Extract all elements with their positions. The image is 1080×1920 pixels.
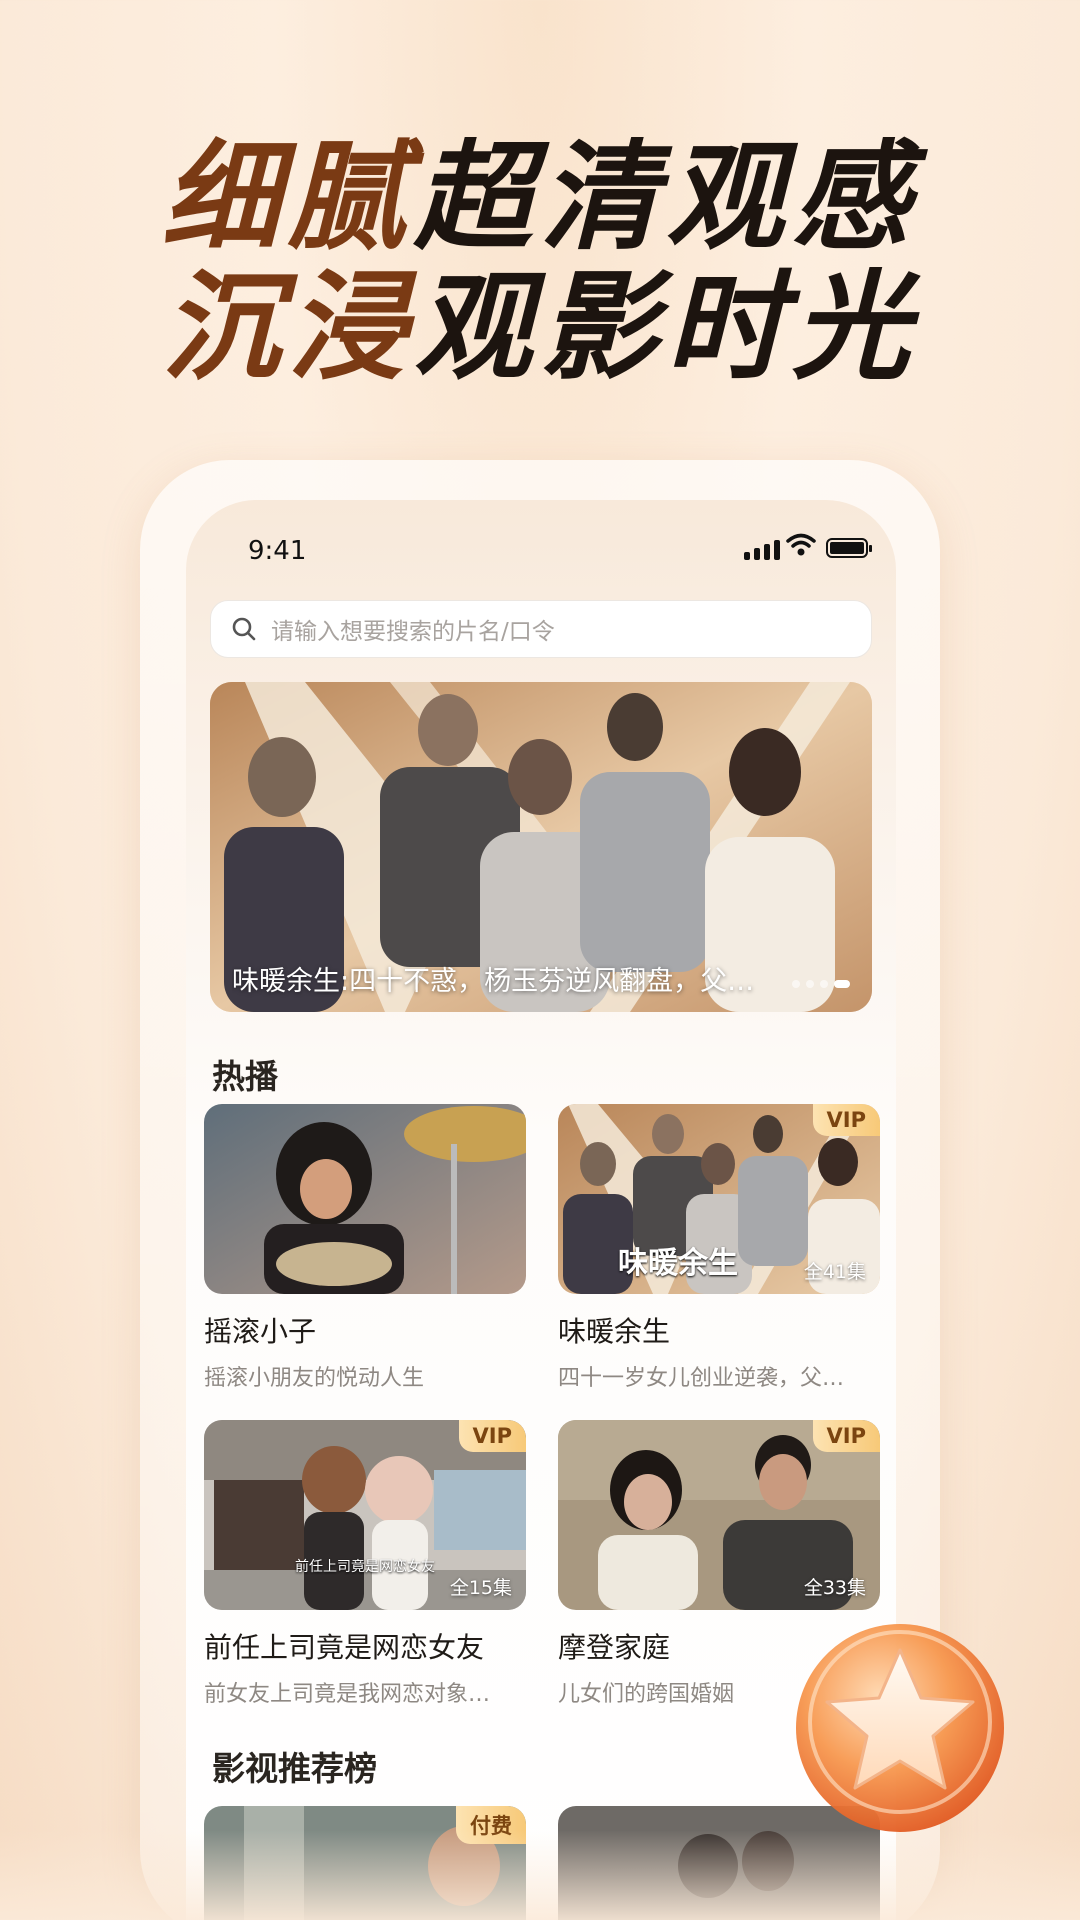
promo-headline-line1-rest: 超清观感 <box>414 128 919 266</box>
drama-thumbnail[interactable]: 前任上司竟是网恋女友 VIP 全15集 <box>204 1420 526 1610</box>
pagination-dot[interactable] <box>820 980 828 988</box>
banner-caption: 味暖余生:四十不惑，杨玉芬逆风翻盘，父… <box>232 966 755 997</box>
promo-headline-line2-rest: 观影时光 <box>414 258 919 396</box>
drama-subtitle: 四十一岁女儿创业逆袭，父… <box>558 1366 845 1391</box>
promo-headline-line1-accent: 细腻 <box>161 128 414 266</box>
section-title-hot: 热播 <box>212 1057 278 1096</box>
promo-headline-line2: 沉浸观影时光 <box>0 268 1080 386</box>
search-bar[interactable]: 请输入想要搜索的片名/口令 <box>210 600 872 658</box>
poster-title-text: 味暖余生 <box>618 1246 738 1281</box>
drama-thumbnail[interactable] <box>204 1104 526 1294</box>
episode-count: 全33集 <box>803 1577 866 1599</box>
star-coin-icon <box>796 1624 1004 1832</box>
drama-title[interactable]: 前任上司竟是网恋女友 <box>204 1626 526 1666</box>
episode-count: 全41集 <box>803 1261 866 1283</box>
hero-banner[interactable]: 味暖余生:四十不惑，杨玉芬逆风翻盘，父… <box>210 682 872 1012</box>
status-time: 9:41 <box>248 536 307 566</box>
promo-headline-line2-accent: 沉浸 <box>161 258 414 396</box>
drama-thumbnail[interactable]: 味暖余生 VIP 全41集 <box>558 1104 880 1294</box>
drama-title[interactable]: 味暖余生 <box>558 1310 880 1350</box>
drama-card[interactable]: 前任上司竟是网恋女友 VIP 全15集 前任上司竟是网恋女友 前女友上司竟是我网… <box>204 1420 526 1708</box>
banner-pagination[interactable] <box>792 980 850 988</box>
episode-count: 全15集 <box>449 1577 512 1599</box>
search-placeholder: 请输入想要搜索的片名/口令 <box>271 619 555 645</box>
vip-badge: VIP <box>458 1420 526 1452</box>
status-bar: 9:41 <box>186 526 896 576</box>
pagination-dot[interactable] <box>792 980 800 988</box>
drama-thumbnail[interactable]: VIP 全33集 <box>558 1420 880 1610</box>
wifi-icon <box>786 533 816 556</box>
pagination-dot-active[interactable] <box>834 980 850 988</box>
pagination-dot[interactable] <box>806 980 814 988</box>
vip-badge: VIP <box>812 1420 880 1452</box>
search-icon <box>232 617 256 641</box>
promo-headline-line1: 细腻超清观感 <box>0 138 1080 256</box>
drama-subtitle: 摇滚小朋友的悦动人生 <box>204 1366 425 1391</box>
bottom-fade <box>0 1830 1080 1920</box>
vip-badge: VIP <box>812 1104 880 1136</box>
cellular-signal-icon <box>744 538 780 560</box>
thumbnail-image <box>204 1104 526 1294</box>
drama-title[interactable]: 摇滚小子 <box>204 1310 526 1350</box>
drama-card[interactable]: 味暖余生 VIP 全41集 味暖余生 四十一岁女儿创业逆袭，父… <box>558 1104 880 1392</box>
battery-icon <box>826 538 872 558</box>
drama-subtitle: 前女友上司竟是我网恋对象… <box>204 1682 491 1707</box>
section-title-ranking: 影视推荐榜 <box>212 1749 377 1788</box>
drama-card[interactable]: 摇滚小子 摇滚小朋友的悦动人生 <box>204 1104 526 1392</box>
